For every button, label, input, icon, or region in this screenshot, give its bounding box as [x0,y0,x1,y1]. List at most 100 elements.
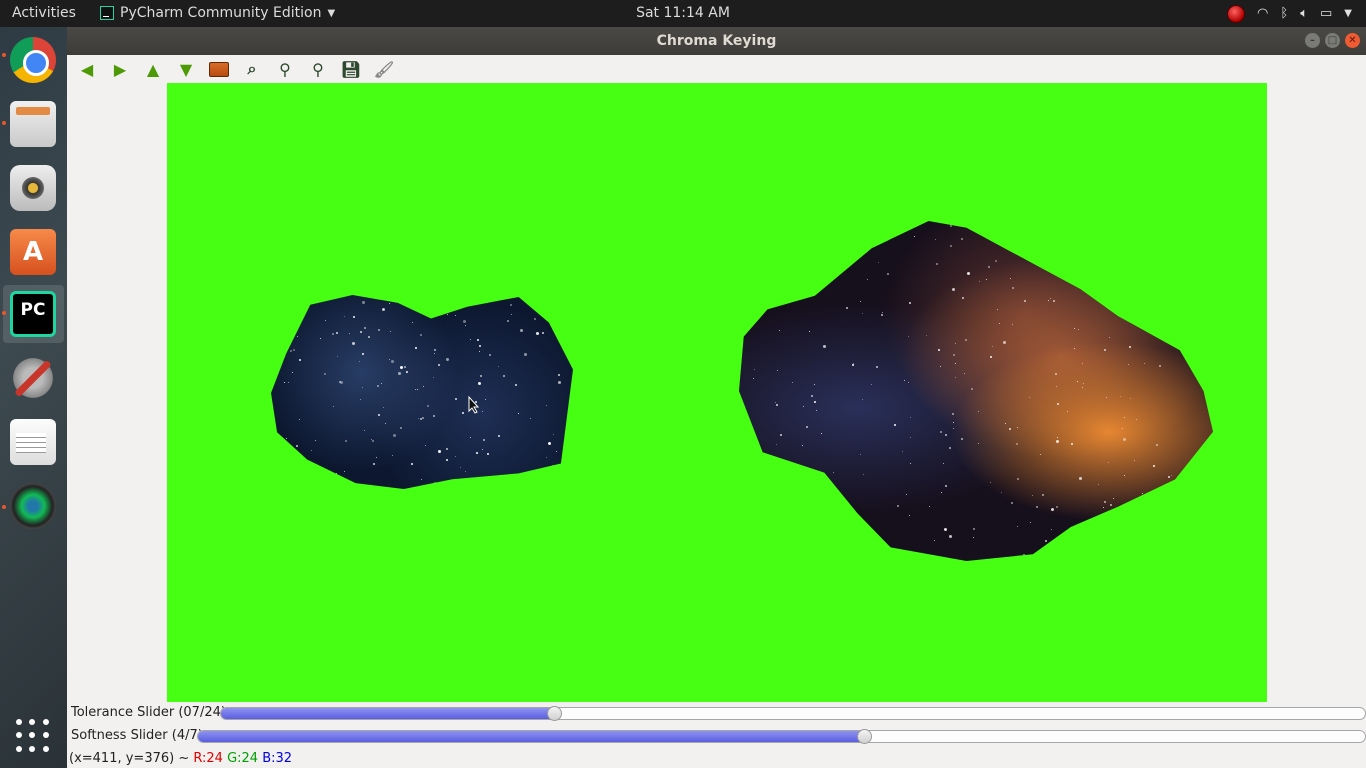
down-arrow-icon[interactable]: ▼ [176,59,196,79]
star-dot [1177,254,1180,257]
wifi-icon[interactable]: ◠ [1257,6,1268,21]
forward-arrow-icon[interactable]: ▶ [110,59,130,79]
running-indicator [2,311,6,315]
star-dot [419,295,421,297]
star-dot [336,355,338,357]
star-dot [952,353,955,356]
star-dot [433,377,435,379]
star-dot [542,332,545,335]
audio-player-icon[interactable] [10,165,56,211]
star-dot [934,239,936,241]
star-dot [415,388,417,390]
star-dot [810,395,813,398]
star-dot [1016,427,1018,429]
star-dot [454,397,457,400]
star-dot [399,427,402,430]
star-dot [777,370,779,372]
star-dot [973,527,975,530]
menu-arrow-icon[interactable]: ▼ [1344,8,1352,19]
star-dot [377,414,380,417]
files-icon[interactable] [10,101,56,147]
zoom-in-icon[interactable]: ⚲ [275,59,295,79]
zoom-out-icon[interactable]: ⚲ [308,59,328,79]
save-icon[interactable]: 💾︎ [341,59,361,79]
minimize-button[interactable]: – [1305,33,1320,48]
star-dot [419,334,422,337]
settings-icon[interactable] [10,355,56,401]
star-dot [1118,553,1120,555]
star-dot [535,331,539,335]
star-dot [740,318,742,320]
star-dot [1152,465,1155,468]
launcher-dock: A PC [0,27,67,768]
star-dot [1196,341,1198,343]
star-dot [445,448,448,451]
star-dot [524,352,528,356]
softness-slider-handle[interactable] [857,729,872,744]
star-dot [908,335,910,337]
record-icon[interactable] [1227,4,1246,23]
battery-icon[interactable]: ▭ [1320,6,1332,21]
star-dot [961,437,964,440]
show-applications-icon[interactable] [16,719,50,753]
star-dot [818,226,820,228]
star-dot [1109,221,1111,223]
bluetooth-icon[interactable]: ᛒ [1280,6,1288,21]
star-dot [385,422,387,424]
star-dot [487,453,490,456]
star-dot [1039,454,1041,456]
camera-app-icon[interactable] [10,483,56,529]
star-dot [1148,231,1151,234]
tolerance-slider-handle[interactable] [547,706,562,721]
star-dot [1017,477,1020,480]
brush-icon[interactable]: 🖌︎ [374,59,394,79]
star-dot [292,372,294,374]
star-dot [1052,300,1055,303]
star-dot [1017,525,1019,527]
star-dot [949,447,952,450]
star-dot [345,440,348,443]
star-dot [966,272,970,276]
star-dot [944,433,947,436]
star-dot [291,450,294,453]
star-dot [533,318,536,321]
tolerance-slider[interactable] [220,706,1366,721]
star-dot [1079,260,1081,262]
star-dot [556,451,558,453]
up-arrow-icon[interactable]: ▲ [143,59,163,79]
star-dot [533,304,535,306]
star-dot [1167,475,1170,478]
pycharm-icon[interactable]: PC [10,291,56,337]
system-tray[interactable]: ◠ ᛒ 🔈︎ ▭ ▼ [1227,3,1352,24]
star-dot [816,409,818,411]
maximize-button[interactable]: □ [1325,33,1340,48]
image-icon[interactable] [209,61,229,77]
star-dot [1156,444,1159,447]
star-dot [299,418,301,420]
star-dot [826,487,828,489]
star-dot [859,453,861,455]
close-button[interactable]: ✕ [1345,33,1360,48]
star-dot [433,414,435,417]
back-arrow-icon[interactable]: ◀ [77,59,97,79]
text-editor-icon[interactable] [10,419,56,465]
star-dot [444,302,446,304]
star-dot [296,445,299,448]
blue-value: B:32 [262,751,293,766]
tolerance-slider-row: Tolerance Slider (07/24) [67,703,1366,723]
zoom-fit-icon[interactable]: ⌕ [242,59,262,79]
star-dot [1193,362,1195,364]
image-canvas[interactable] [167,83,1267,702]
chrome-icon[interactable] [10,37,56,83]
star-dot [292,349,295,352]
softness-slider[interactable] [197,729,1366,744]
star-dot [568,361,570,363]
window-title-bar[interactable]: Chroma Keying – □ ✕ [67,27,1366,55]
star-dot [1108,518,1110,520]
volume-icon[interactable]: 🔈︎ [1300,6,1308,21]
software-store-icon[interactable]: A [10,229,56,275]
star-dot [987,266,990,269]
activities-button[interactable]: Activities [12,5,76,21]
app-menu[interactable]: PyCharm Community Edition ▼ [100,5,335,21]
star-dot [1011,324,1013,326]
